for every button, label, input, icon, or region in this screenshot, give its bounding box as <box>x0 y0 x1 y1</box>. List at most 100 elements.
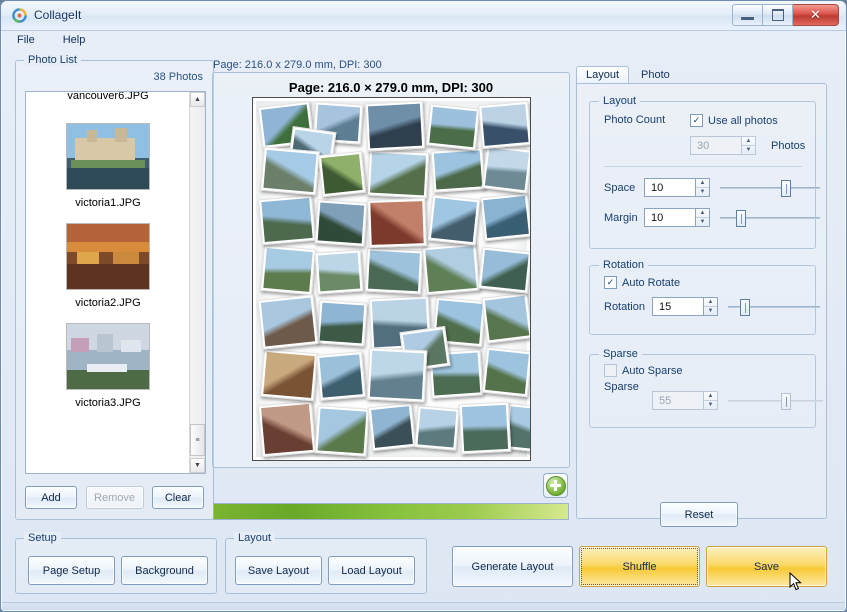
layout-io-legend: Layout <box>234 532 275 544</box>
collage-photo[interactable] <box>365 101 425 152</box>
collage-photo[interactable] <box>365 248 423 295</box>
save-button[interactable]: Save <box>706 546 827 587</box>
collage-photo[interactable] <box>478 247 531 294</box>
collage-photo[interactable] <box>482 347 531 398</box>
scroll-up-icon[interactable]: ▲ <box>190 92 205 107</box>
space-slider-track <box>720 187 820 189</box>
collage-photo[interactable] <box>318 151 366 197</box>
collage-photo[interactable] <box>414 405 460 451</box>
clear-button[interactable]: Clear <box>152 486 204 509</box>
collage-photo[interactable] <box>367 149 429 198</box>
margin-slider-thumb[interactable] <box>736 210 746 227</box>
collage-photo[interactable] <box>258 401 316 458</box>
scrollbar-thumb[interactable]: ≡ <box>190 424 205 456</box>
sparse-slider-thumb <box>781 393 791 410</box>
tab-photo[interactable]: Photo <box>631 66 680 84</box>
tab-layout[interactable]: Layout <box>576 66 629 84</box>
maximize-icon <box>772 9 784 21</box>
space-slider[interactable] <box>720 180 820 196</box>
remove-button: Remove <box>86 486 144 509</box>
collage-photo-image <box>370 201 423 245</box>
margin-slider[interactable] <box>720 210 820 226</box>
photo-listbox[interactable]: vancouver6.JPG victoria1.JPG <box>25 91 206 474</box>
status-bar <box>2 602 845 610</box>
minimize-button[interactable] <box>732 4 763 26</box>
rotation-group: Rotation ✓ Auto Rotate Rotation 15 ▲▼ <box>589 265 816 335</box>
collage-photo[interactable] <box>481 144 531 193</box>
margin-input[interactable]: 10 <box>644 208 696 227</box>
list-item[interactable]: vancouver6.JPG <box>26 92 190 105</box>
photo-count-label: 38 Photos <box>153 71 203 83</box>
generate-layout-button[interactable]: Generate Layout <box>452 546 573 587</box>
menu-item-help[interactable]: Help <box>60 33 89 47</box>
collage-canvas[interactable] <box>252 97 531 461</box>
rotation-slider-thumb[interactable] <box>740 299 750 316</box>
collage-photo[interactable] <box>426 104 480 151</box>
save-layout-button[interactable]: Save Layout <box>235 556 322 585</box>
sparse-group-legend: Sparse <box>599 348 642 360</box>
collage-photo[interactable] <box>478 101 531 149</box>
rotation-stepper[interactable]: ▲▼ <box>704 297 718 316</box>
collage-photo[interactable] <box>315 199 368 246</box>
background-button[interactable]: Background <box>121 556 208 585</box>
zoom-in-button[interactable] <box>543 473 568 498</box>
collage-photo[interactable] <box>459 402 512 455</box>
shuffle-button[interactable]: Shuffle <box>579 546 700 587</box>
scroll-down-icon[interactable]: ▼ <box>190 458 205 473</box>
collage-photo-image <box>368 104 422 149</box>
reset-button[interactable]: Reset <box>660 502 738 527</box>
collage-photo[interactable] <box>368 403 416 451</box>
layout-io-panel: Layout Save Layout Load Layout <box>225 538 427 594</box>
collage-photo[interactable] <box>367 348 428 403</box>
close-button[interactable]: ✕ <box>793 4 839 26</box>
margin-stepper[interactable]: ▲▼ <box>696 208 710 227</box>
app-logo-icon <box>12 8 27 23</box>
collage-photo[interactable] <box>258 294 319 350</box>
photo-list-scrollbar[interactable]: ▲ ≡ ▼ <box>189 92 205 473</box>
collage-photo[interactable] <box>314 405 369 457</box>
collage-photo[interactable] <box>260 147 320 196</box>
rotation-input[interactable]: 15 <box>652 297 704 316</box>
collage-photo[interactable] <box>315 249 364 294</box>
load-layout-button[interactable]: Load Layout <box>328 556 415 585</box>
list-item[interactable]: victoria1.JPG <box>26 123 190 223</box>
use-all-photos-checkbox[interactable]: ✓ <box>690 114 703 127</box>
collage-photo[interactable] <box>367 198 427 248</box>
page-setup-button[interactable]: Page Setup <box>28 556 115 585</box>
collage-photo-image <box>425 246 476 292</box>
auto-rotate-checkbox[interactable]: ✓ <box>604 276 617 289</box>
photo-listbox-content: vancouver6.JPG victoria1.JPG <box>26 92 190 473</box>
rotation-slider[interactable] <box>728 299 820 315</box>
collage-photo[interactable] <box>258 195 316 246</box>
sparse-label: Sparse <box>604 381 639 393</box>
list-item-label: vancouver6.JPG <box>26 92 190 105</box>
collage-photo[interactable] <box>481 292 531 343</box>
collage-photo-image <box>485 148 529 191</box>
add-button[interactable]: Add <box>25 486 77 509</box>
sparse-stepper: ▲▼ <box>704 391 718 410</box>
collage-photo[interactable] <box>317 299 368 346</box>
setup-panel: Setup Page Setup Background <box>15 538 217 594</box>
maximize-button[interactable] <box>763 4 793 26</box>
space-slider-thumb[interactable] <box>781 180 791 197</box>
collage-photo[interactable] <box>260 245 316 295</box>
sparse-group: Sparse Auto Sparse Sparse 55 ▲▼ <box>589 354 816 428</box>
sparse-slider-track <box>728 400 823 402</box>
collage-photo-image <box>263 352 314 398</box>
collage-photo[interactable] <box>422 243 480 296</box>
list-item[interactable]: victoria2.JPG <box>26 223 190 323</box>
collage-photo[interactable] <box>480 193 531 242</box>
collage-photo[interactable] <box>260 349 318 402</box>
divider <box>604 166 802 167</box>
space-input[interactable]: 10 <box>644 178 696 197</box>
collage-photo[interactable] <box>431 147 486 193</box>
zoom-in-icon <box>546 476 566 496</box>
list-item[interactable]: victoria3.JPG <box>26 323 190 423</box>
menu-item-file[interactable]: File <box>14 33 38 47</box>
auto-sparse-checkbox[interactable] <box>604 364 617 377</box>
use-all-photos-label: Use all photos <box>708 115 778 127</box>
collageit-window: CollageIt ✕ File Help Photo List 38 Phot… <box>0 0 847 612</box>
collage-photo[interactable] <box>428 195 481 246</box>
collage-photo[interactable] <box>316 351 366 401</box>
space-stepper[interactable]: ▲▼ <box>696 178 710 197</box>
